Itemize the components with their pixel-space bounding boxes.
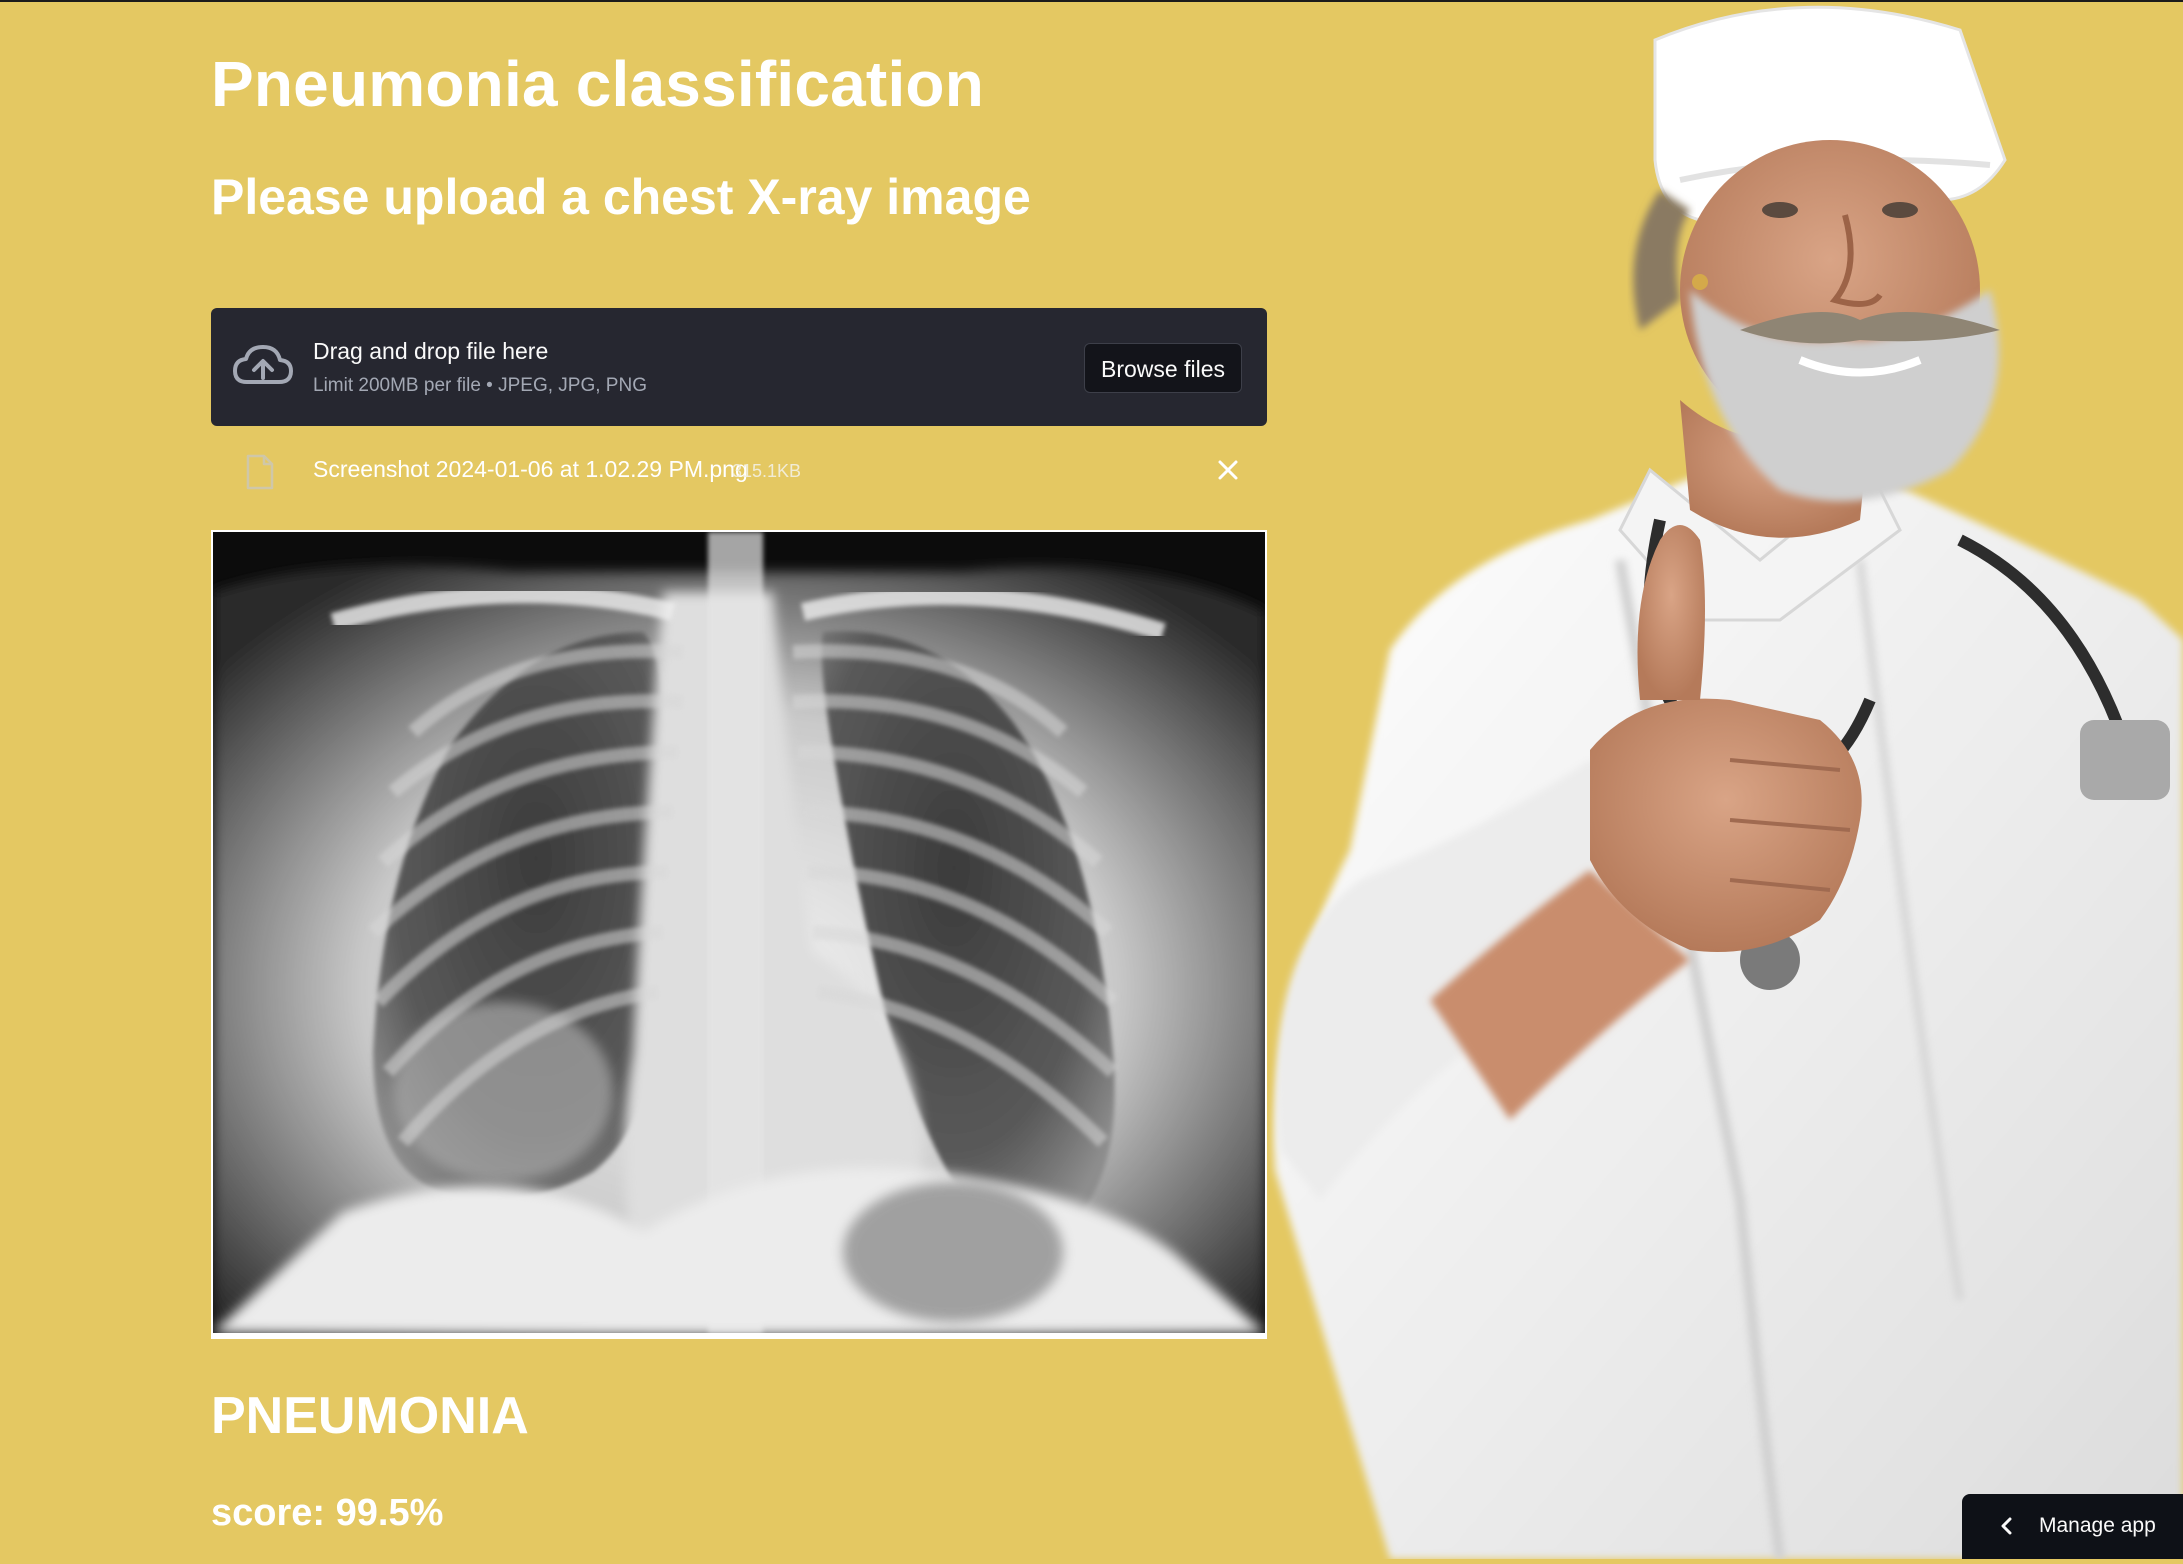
uploaded-file-name: Screenshot 2024-01-06 at 1.02.29 PM.png [313, 456, 748, 482]
prediction-label: PNEUMONIA [211, 1387, 529, 1445]
page-subtitle: Please upload a chest X-ray image [211, 169, 1031, 225]
manage-app-label: Manage app [2039, 1514, 2156, 1537]
dropzone-title: Drag and drop file here [313, 338, 549, 364]
page-title: Pneumonia classification [211, 48, 985, 120]
file-icon [246, 454, 274, 490]
manage-app-button[interactable]: Manage app [1962, 1494, 2183, 1559]
browse-files-button[interactable]: Browse files [1084, 343, 1242, 393]
uploaded-file-size: 315.1KB [732, 461, 802, 481]
close-icon[interactable] [1215, 457, 1241, 483]
uploaded-file-row: Screenshot 2024-01-06 at 1.02.29 PM.png … [211, 446, 1267, 494]
file-dropzone[interactable]: Drag and drop file here Limit 200MB per … [211, 308, 1267, 426]
dropzone-limit-text: Limit 200MB per file • JPEG, JPG, PNG [313, 375, 647, 396]
cloud-upload-icon [233, 345, 293, 384]
chevron-left-icon [2001, 1517, 2012, 1535]
xray-image [211, 530, 1267, 1339]
prediction-score: score: 99.5% [211, 1492, 444, 1534]
doctor-illustration [1260, 0, 2183, 1560]
